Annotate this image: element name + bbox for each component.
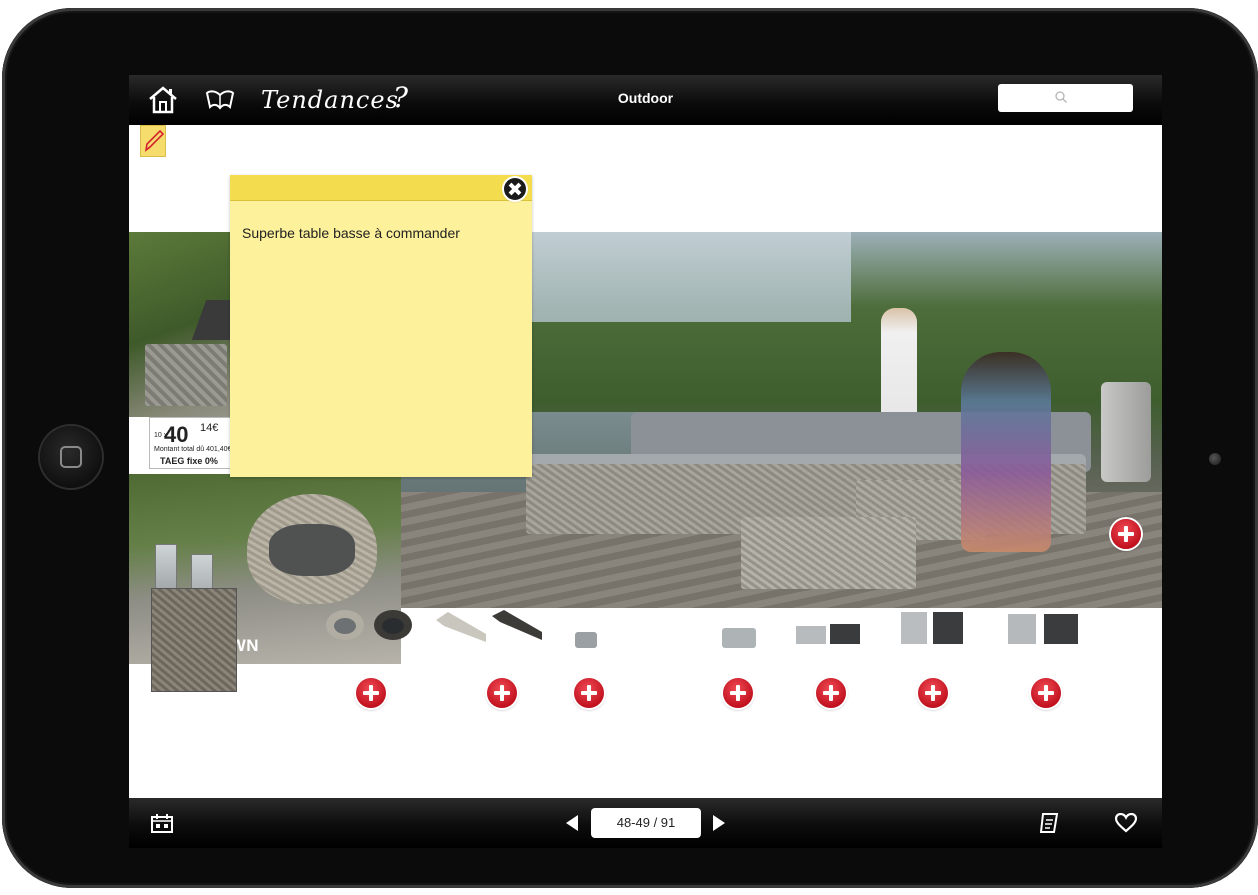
sticky-note-text[interactable]: Superbe table basse à commander [242, 225, 460, 241]
coffee-table-shape [741, 517, 916, 589]
product-item [721, 608, 757, 648]
vase-shape [1101, 382, 1151, 482]
price-total: Montant total dû 401,40€ [154, 446, 232, 453]
product-item [794, 608, 864, 653]
coffee-table-picture [722, 628, 756, 648]
top-toolbar: Tendances ? Outdoor [129, 75, 1162, 125]
price-cents: 14€ [200, 422, 219, 434]
next-page-arrow-icon[interactable] [713, 815, 725, 831]
heart-icon[interactable] [1115, 813, 1137, 833]
price-taeg: TAEG fixe 0% [160, 456, 218, 466]
add-angle-button[interactable] [1031, 678, 1061, 708]
product-item [325, 608, 415, 647]
angle-piece-picture [1008, 614, 1078, 644]
side-table-shape [145, 344, 227, 406]
pencil-icon [144, 129, 164, 152]
add-ottoman-button[interactable] [816, 678, 846, 708]
sky-area [491, 232, 851, 322]
add-product-button[interactable] [1111, 519, 1141, 549]
cushion-shape [269, 524, 355, 576]
camera-icon [1209, 453, 1221, 465]
person-shape [881, 308, 917, 418]
add-lounger-button[interactable] [487, 678, 517, 708]
sticky-note-header [230, 175, 532, 201]
product-item [434, 608, 544, 653]
bottom-toolbar: 48-49 / 91 [129, 798, 1162, 848]
sun-loungers-picture [436, 610, 542, 642]
calendar-icon[interactable] [151, 813, 173, 833]
page-indicator[interactable]: 48-49 / 91 [591, 808, 701, 838]
product-item [1004, 608, 1084, 653]
note-button[interactable] [140, 125, 166, 157]
notes-icon[interactable] [1040, 812, 1060, 834]
price-main: 40 [164, 422, 189, 447]
fabric-thumbnail [151, 588, 237, 692]
ottoman-picture [796, 624, 860, 644]
home-button-square-icon [60, 446, 82, 468]
sticky-note: Superbe table basse à commander [230, 175, 532, 477]
close-icon[interactable] [504, 178, 526, 200]
add-corner-button[interactable] [918, 678, 948, 708]
product-item [899, 608, 969, 653]
round-armchairs-picture [326, 610, 412, 640]
add-pouf-button[interactable] [574, 678, 604, 708]
person-shape [961, 352, 1051, 552]
product-item [571, 608, 601, 648]
price-badge: 10 x 40 14€ Montant total dû 401,40€ TAE… [149, 417, 239, 469]
add-coffee-table-button[interactable] [723, 678, 753, 708]
ipad-frame: Tendances ? Outdoor 10 x 40 14€ Montant … [2, 8, 1258, 888]
product-strip [129, 588, 1162, 718]
previous-page-arrow-icon[interactable] [566, 815, 578, 831]
pouf-picture [575, 632, 597, 648]
screen: Tendances ? Outdoor 10 x 40 14€ Montant … [129, 75, 1162, 848]
search-icon [1055, 91, 1067, 103]
home-button[interactable] [40, 426, 102, 488]
corner-piece-picture [901, 612, 963, 644]
add-armchair-button[interactable] [356, 678, 386, 708]
